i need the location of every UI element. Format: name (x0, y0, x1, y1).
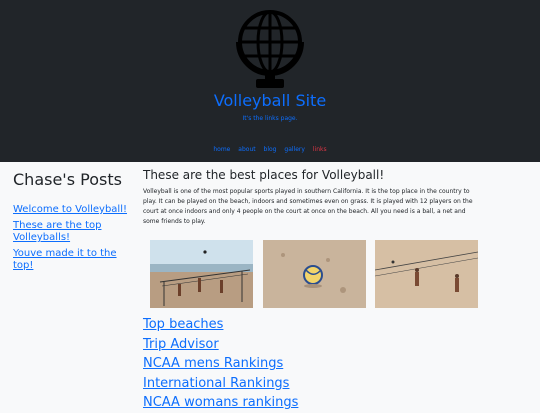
nav-home[interactable]: home (213, 146, 230, 153)
nav-links[interactable]: links (313, 146, 327, 153)
page-heading: These are the best places for Volleyball… (143, 168, 385, 182)
intro-paragraph: Volleyball is one of the most popular sp… (143, 188, 473, 225)
post-list: Welcome to Volleyball! These are the top… (13, 204, 135, 272)
link-international-rankings[interactable]: International Rankings (143, 374, 443, 394)
sidebar-title: Chase's Posts (13, 170, 122, 189)
nav-blog[interactable]: blog (264, 146, 277, 153)
link-ncaa-womans-rankings[interactable]: NCAA womans rankings (143, 393, 443, 413)
resource-links: Top beaches Trip Advisor NCAA mens Ranki… (143, 315, 443, 413)
link-top-beaches[interactable]: Top beaches (143, 315, 443, 335)
sidebar: Chase's Posts Welcome to Volleyball! The… (13, 170, 135, 276)
main-nav: home about blog gallery links (0, 146, 540, 154)
post-item: Youve made it to the top! (13, 248, 135, 272)
site-title[interactable]: Volleyball Site (0, 91, 540, 111)
photo-gallery (150, 240, 480, 308)
site-header: Volleyball Site It's the links page. hom… (0, 0, 540, 162)
main-content: These are the best places for Volleyball… (143, 168, 483, 227)
nav-about[interactable]: about (238, 146, 255, 153)
link-trip-advisor[interactable]: Trip Advisor (143, 335, 443, 355)
post-link-welcome[interactable]: Welcome to Volleyball! (13, 204, 127, 215)
post-link-made-it[interactable]: Youve made it to the top! (13, 248, 117, 271)
beach-volleyball-photo-2 (263, 240, 366, 308)
link-ncaa-mens-rankings[interactable]: NCAA mens Rankings (143, 354, 443, 374)
post-item: These are the top Volleyballs! (13, 220, 135, 244)
post-item: Welcome to Volleyball! (13, 204, 135, 216)
site-tagline: It's the links page. (242, 115, 298, 122)
beach-volleyball-photo-1 (150, 240, 253, 308)
beach-volleyball-photo-3 (375, 240, 478, 308)
post-link-top-volleyballs[interactable]: These are the top Volleyballs! (13, 220, 101, 243)
nav-gallery[interactable]: gallery (284, 146, 305, 153)
globe-icon (236, 8, 304, 90)
